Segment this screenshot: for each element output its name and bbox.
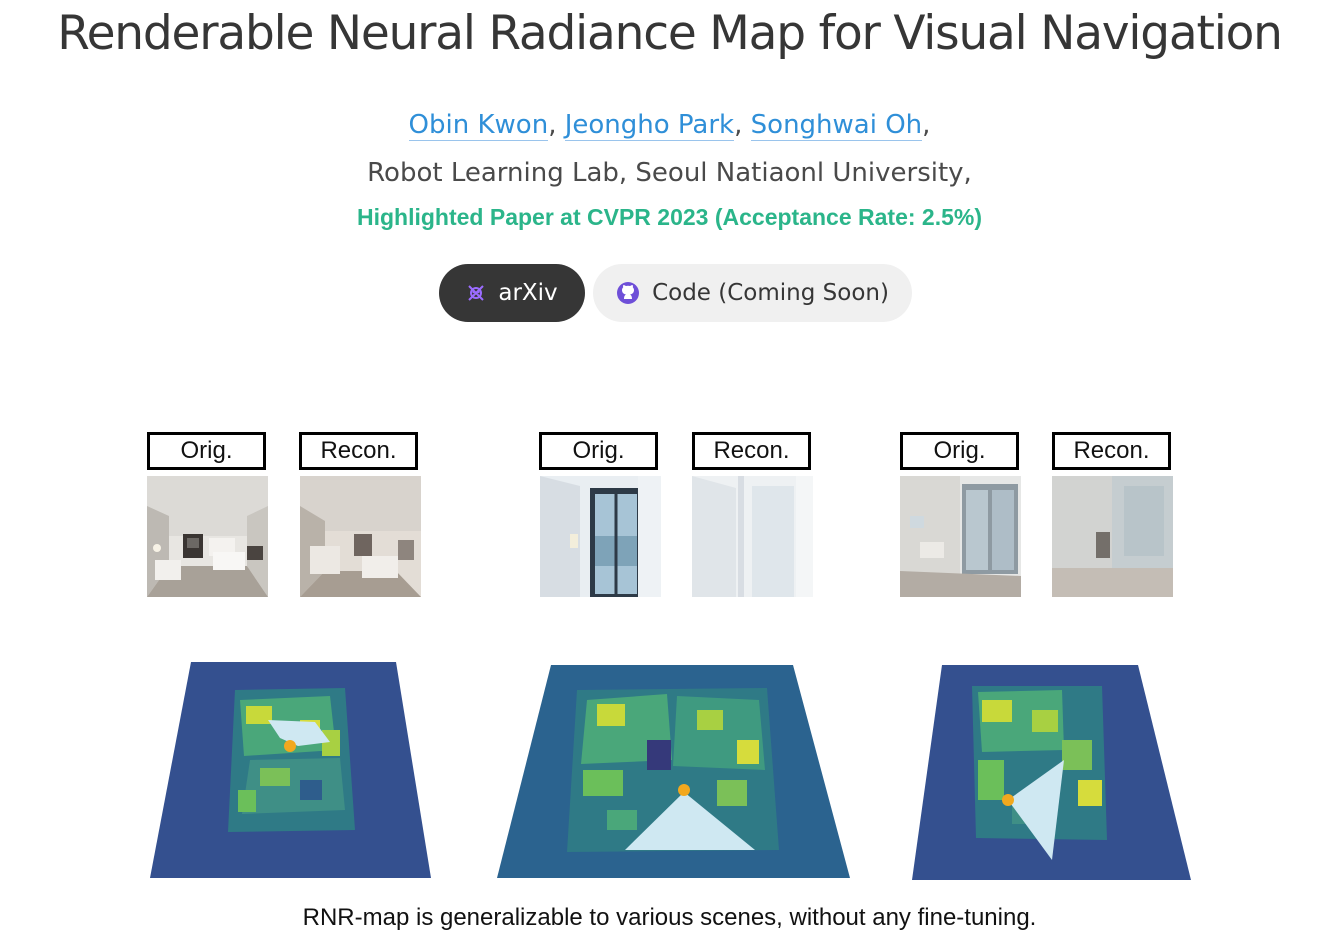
scene3-rnr-map — [912, 660, 1192, 882]
code-label: Code (Coming Soon) — [652, 280, 889, 306]
scene3-reconstructed-image — [1052, 476, 1173, 597]
scene3-original-image — [900, 476, 1021, 597]
author-separator: , — [734, 110, 743, 140]
recon-label: Recon. — [692, 432, 811, 470]
scene1-reconstructed-image — [300, 476, 421, 597]
highlight-note: Highlighted Paper at CVPR 2023 (Acceptan… — [356, 204, 983, 230]
orig-label: Orig. — [147, 432, 266, 470]
page-title: Renderable Neural Radiance Map for Visua… — [57, 6, 1283, 61]
arxiv-label: arXiv — [498, 280, 558, 306]
scene2-original-image — [540, 476, 661, 597]
figure-caption: RNR-map is generalizable to various scen… — [302, 904, 1037, 931]
github-icon — [616, 281, 640, 305]
scene1-rnr-map — [150, 660, 432, 880]
arxiv-icon — [466, 283, 486, 303]
author-link-obin-kwon[interactable]: Obin Kwon — [408, 110, 549, 141]
scene2-rnr-map — [497, 660, 851, 880]
author-separator: , — [922, 110, 931, 140]
author-link-songhwai-oh[interactable]: Songhwai Oh — [750, 110, 923, 141]
recon-label: Recon. — [299, 432, 418, 470]
scene1-original-image — [147, 476, 268, 597]
affiliation: Robot Learning Lab, Seoul Natiaonl Unive… — [367, 158, 972, 188]
author-separator: , — [548, 110, 557, 140]
arxiv-button[interactable]: arXiv — [439, 264, 585, 322]
author-list: Obin Kwon, Jeongho Park, Songhwai Oh, — [0, 110, 1339, 141]
code-button[interactable]: Code (Coming Soon) — [593, 264, 912, 322]
orig-label: Orig. — [539, 432, 658, 470]
scene2-reconstructed-image — [692, 476, 813, 597]
recon-label: Recon. — [1052, 432, 1171, 470]
orig-label: Orig. — [900, 432, 1019, 470]
author-link-jeongho-park[interactable]: Jeongho Park — [564, 110, 735, 141]
